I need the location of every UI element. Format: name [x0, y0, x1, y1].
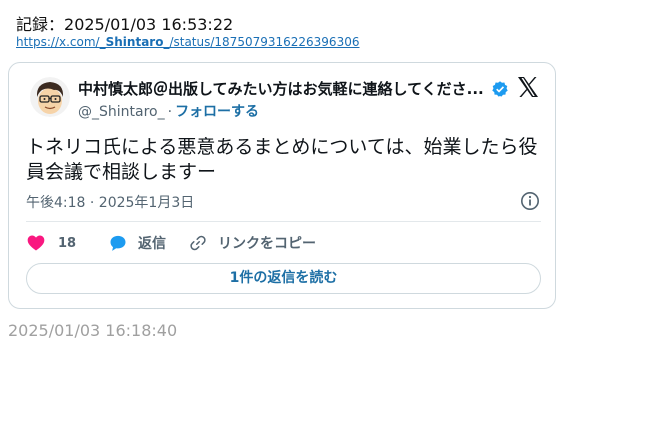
copy-link-button[interactable]: リンクをコピー: [188, 232, 316, 254]
separator-dot: ·: [167, 104, 173, 120]
reply-button[interactable]: 返信: [108, 232, 166, 254]
handle-row: @_Shintaro_ · フォローする: [78, 101, 259, 121]
tweet-text: トネリコ氏による悪意あるまとめについては、始業したら役員会議で相談しますー: [26, 136, 538, 183]
url-suffix: /status/1875079316226396306: [169, 35, 360, 49]
info-icon[interactable]: [520, 191, 540, 211]
read-replies-button[interactable]: 1件の返信を読む: [26, 263, 541, 294]
verified-badge-icon: [492, 81, 508, 97]
record-label: 記録：: [16, 15, 65, 34]
link-icon: [190, 235, 206, 251]
avatar[interactable]: [30, 77, 70, 117]
tweet-url-link[interactable]: https://x.com/_Shintaro_/status/18750793…: [16, 35, 359, 49]
heart-icon: [27, 235, 45, 251]
reply-bubble-icon: [110, 235, 126, 251]
reply-label: 返信: [138, 236, 166, 252]
record-datetime: 2025/01/03 16:53:22: [64, 15, 234, 34]
like-count: 18: [58, 235, 77, 251]
embedded-tweet-card[interactable]: 中村慎太郎＠出版してみたい方はお気軽に連絡してくださ... @_Shintaro…: [8, 62, 556, 309]
divider: [26, 221, 541, 222]
follow-button[interactable]: フォローする: [175, 104, 259, 120]
display-name[interactable]: 中村慎太郎＠出版してみたい方はお気軽に連絡してくださ...: [78, 78, 486, 99]
url-prefix: https://x.com/: [16, 35, 100, 49]
like-button[interactable]: 18: [26, 232, 76, 254]
copy-link-label: リンクをコピー: [218, 236, 316, 252]
user-handle[interactable]: @_Shintaro_: [78, 104, 165, 120]
url-username: _Shintaro_: [99, 35, 170, 49]
footer-timestamp: 2025/01/03 16:18:40: [8, 321, 178, 340]
tweet-time[interactable]: 午後4:18 · 2025年1月3日: [26, 192, 194, 212]
x-logo-icon[interactable]: [516, 75, 540, 99]
record-line: 記録：2025/01/03 16:53:22: [16, 11, 233, 35]
